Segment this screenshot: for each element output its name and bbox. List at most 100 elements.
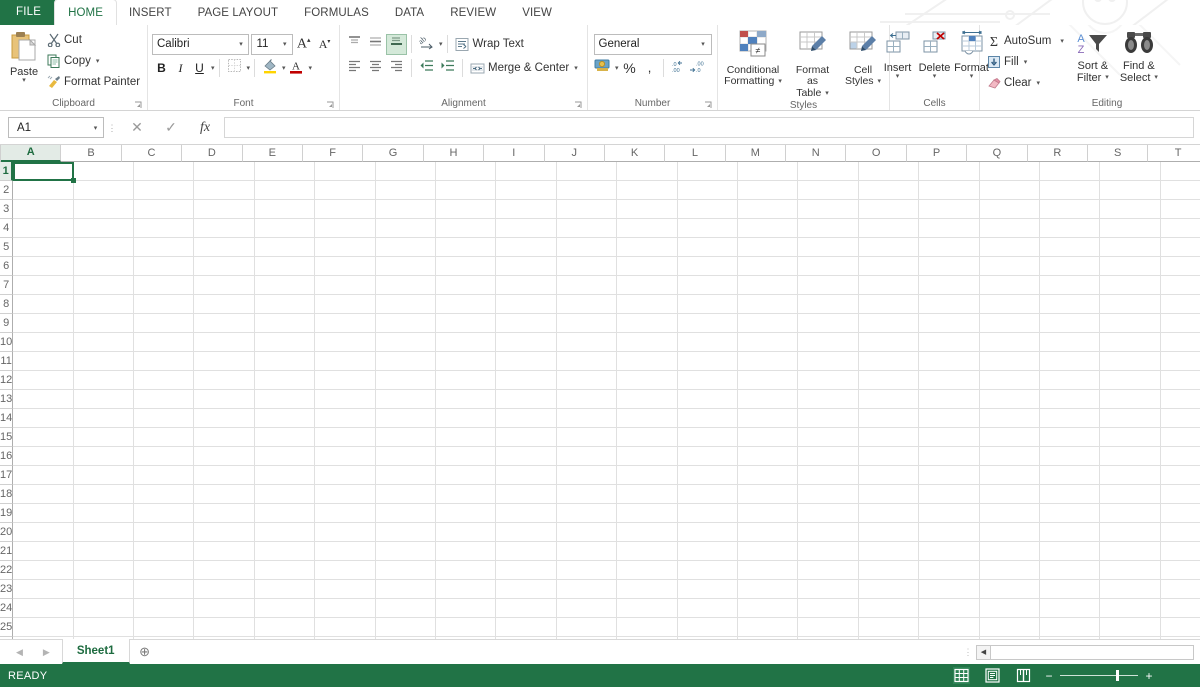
- cell-P8[interactable]: [919, 295, 980, 314]
- cell-C13[interactable]: [134, 390, 195, 409]
- tab-home[interactable]: HOME: [55, 0, 116, 25]
- cell-M12[interactable]: [737, 371, 799, 390]
- cell-F25[interactable]: [315, 618, 376, 637]
- chevron-down-icon[interactable]: ▾: [96, 57, 100, 65]
- cell-H14[interactable]: [435, 409, 497, 428]
- cell-R17[interactable]: [1039, 466, 1101, 485]
- cell-G8[interactable]: [375, 295, 436, 314]
- cell-M4[interactable]: [737, 219, 799, 238]
- cell-D11[interactable]: [194, 352, 255, 371]
- cell-C18[interactable]: [134, 485, 195, 504]
- cell-E17[interactable]: [254, 466, 316, 485]
- cell-G13[interactable]: [375, 390, 436, 409]
- increase-decimal-button[interactable]: .00 .0: [688, 58, 708, 79]
- cell-I21[interactable]: [496, 542, 557, 561]
- cell-K19[interactable]: [617, 504, 678, 523]
- cell-R21[interactable]: [1039, 542, 1101, 561]
- cell-G26[interactable]: [375, 637, 436, 639]
- cell-A4[interactable]: [13, 219, 74, 238]
- cell-P18[interactable]: [919, 485, 980, 504]
- cell-C12[interactable]: [134, 371, 195, 390]
- cell-K7[interactable]: [617, 276, 678, 295]
- cell-L17[interactable]: [677, 466, 738, 485]
- cell-A6[interactable]: [13, 257, 74, 276]
- cell-C22[interactable]: [134, 561, 195, 580]
- cell-O7[interactable]: [858, 276, 920, 295]
- cell-O8[interactable]: [858, 295, 920, 314]
- cell-R16[interactable]: [1039, 447, 1101, 466]
- chevron-down-icon[interactable]: ▾: [1024, 58, 1028, 66]
- align-middle-button[interactable]: [365, 34, 386, 55]
- row-header-17[interactable]: 17: [0, 466, 14, 485]
- cell-C15[interactable]: [134, 428, 195, 447]
- cell-E7[interactable]: [254, 276, 316, 295]
- cell-G15[interactable]: [375, 428, 436, 447]
- increase-indent-button[interactable]: [437, 58, 458, 79]
- cell-F21[interactable]: [315, 542, 376, 561]
- cell-S15[interactable]: [1100, 428, 1161, 447]
- cell-styles-button[interactable]: Cell Styles ▾: [841, 29, 885, 88]
- cell-M11[interactable]: [737, 352, 799, 371]
- cell-O21[interactable]: [858, 542, 920, 561]
- cell-J6[interactable]: [556, 257, 618, 276]
- cell-L20[interactable]: [677, 523, 738, 542]
- cell-S12[interactable]: [1100, 371, 1161, 390]
- cell-K4[interactable]: [617, 219, 678, 238]
- cell-F6[interactable]: [315, 257, 376, 276]
- cell-S22[interactable]: [1100, 561, 1161, 580]
- zoom-slider[interactable]: [1060, 670, 1138, 681]
- cell-K23[interactable]: [617, 580, 678, 599]
- cell-B20[interactable]: [73, 523, 135, 542]
- cell-R15[interactable]: [1039, 428, 1101, 447]
- chevron-down-icon[interactable]: ▾: [778, 76, 782, 88]
- copy-button[interactable]: Copy ▾: [44, 50, 143, 71]
- cell-E26[interactable]: [254, 637, 316, 639]
- cell-K21[interactable]: [617, 542, 678, 561]
- cell-M20[interactable]: [737, 523, 799, 542]
- cell-L15[interactable]: [677, 428, 738, 447]
- cell-L25[interactable]: [677, 618, 738, 637]
- cell-I22[interactable]: [496, 561, 557, 580]
- column-header-n[interactable]: N: [786, 145, 847, 162]
- cell-P4[interactable]: [919, 219, 980, 238]
- cell-O5[interactable]: [858, 238, 920, 257]
- row-header-1[interactable]: 1: [0, 162, 14, 181]
- cell-O3[interactable]: [858, 200, 920, 219]
- cell-Q22[interactable]: [979, 561, 1040, 580]
- cell-O17[interactable]: [858, 466, 920, 485]
- cell-D3[interactable]: [194, 200, 255, 219]
- row-header-15[interactable]: 15: [0, 428, 14, 447]
- cell-K11[interactable]: [617, 352, 678, 371]
- cell-J11[interactable]: [556, 352, 618, 371]
- cell-A11[interactable]: [13, 352, 74, 371]
- cell-Q19[interactable]: [979, 504, 1040, 523]
- cell-N24[interactable]: [798, 599, 859, 618]
- cell-I14[interactable]: [496, 409, 557, 428]
- cell-L1[interactable]: [677, 162, 738, 181]
- cell-H24[interactable]: [435, 599, 497, 618]
- row-header-11[interactable]: 11: [0, 352, 14, 371]
- cell-J2[interactable]: [556, 181, 618, 200]
- cell-N12[interactable]: [798, 371, 859, 390]
- cell-B23[interactable]: [73, 580, 135, 599]
- cell-R11[interactable]: [1039, 352, 1101, 371]
- cell-Q5[interactable]: [979, 238, 1040, 257]
- chevron-down-icon[interactable]: ▾: [247, 64, 251, 72]
- cell-P12[interactable]: [919, 371, 980, 390]
- cell-F18[interactable]: [315, 485, 376, 504]
- cell-G9[interactable]: [375, 314, 436, 333]
- shrink-font-button[interactable]: A▾: [314, 34, 335, 55]
- cell-J3[interactable]: [556, 200, 618, 219]
- cell-B6[interactable]: [73, 257, 135, 276]
- cell-E23[interactable]: [254, 580, 316, 599]
- paste-button[interactable]: Paste ▾: [6, 29, 42, 84]
- cell-D24[interactable]: [194, 599, 255, 618]
- cell-P7[interactable]: [919, 276, 980, 295]
- cell-N26[interactable]: [798, 637, 859, 639]
- cell-P21[interactable]: [919, 542, 980, 561]
- fill-color-button[interactable]: [259, 58, 280, 79]
- cell-A2[interactable]: [13, 181, 74, 200]
- cell-K5[interactable]: [617, 238, 678, 257]
- cell-K12[interactable]: [617, 371, 678, 390]
- cell-O9[interactable]: [858, 314, 920, 333]
